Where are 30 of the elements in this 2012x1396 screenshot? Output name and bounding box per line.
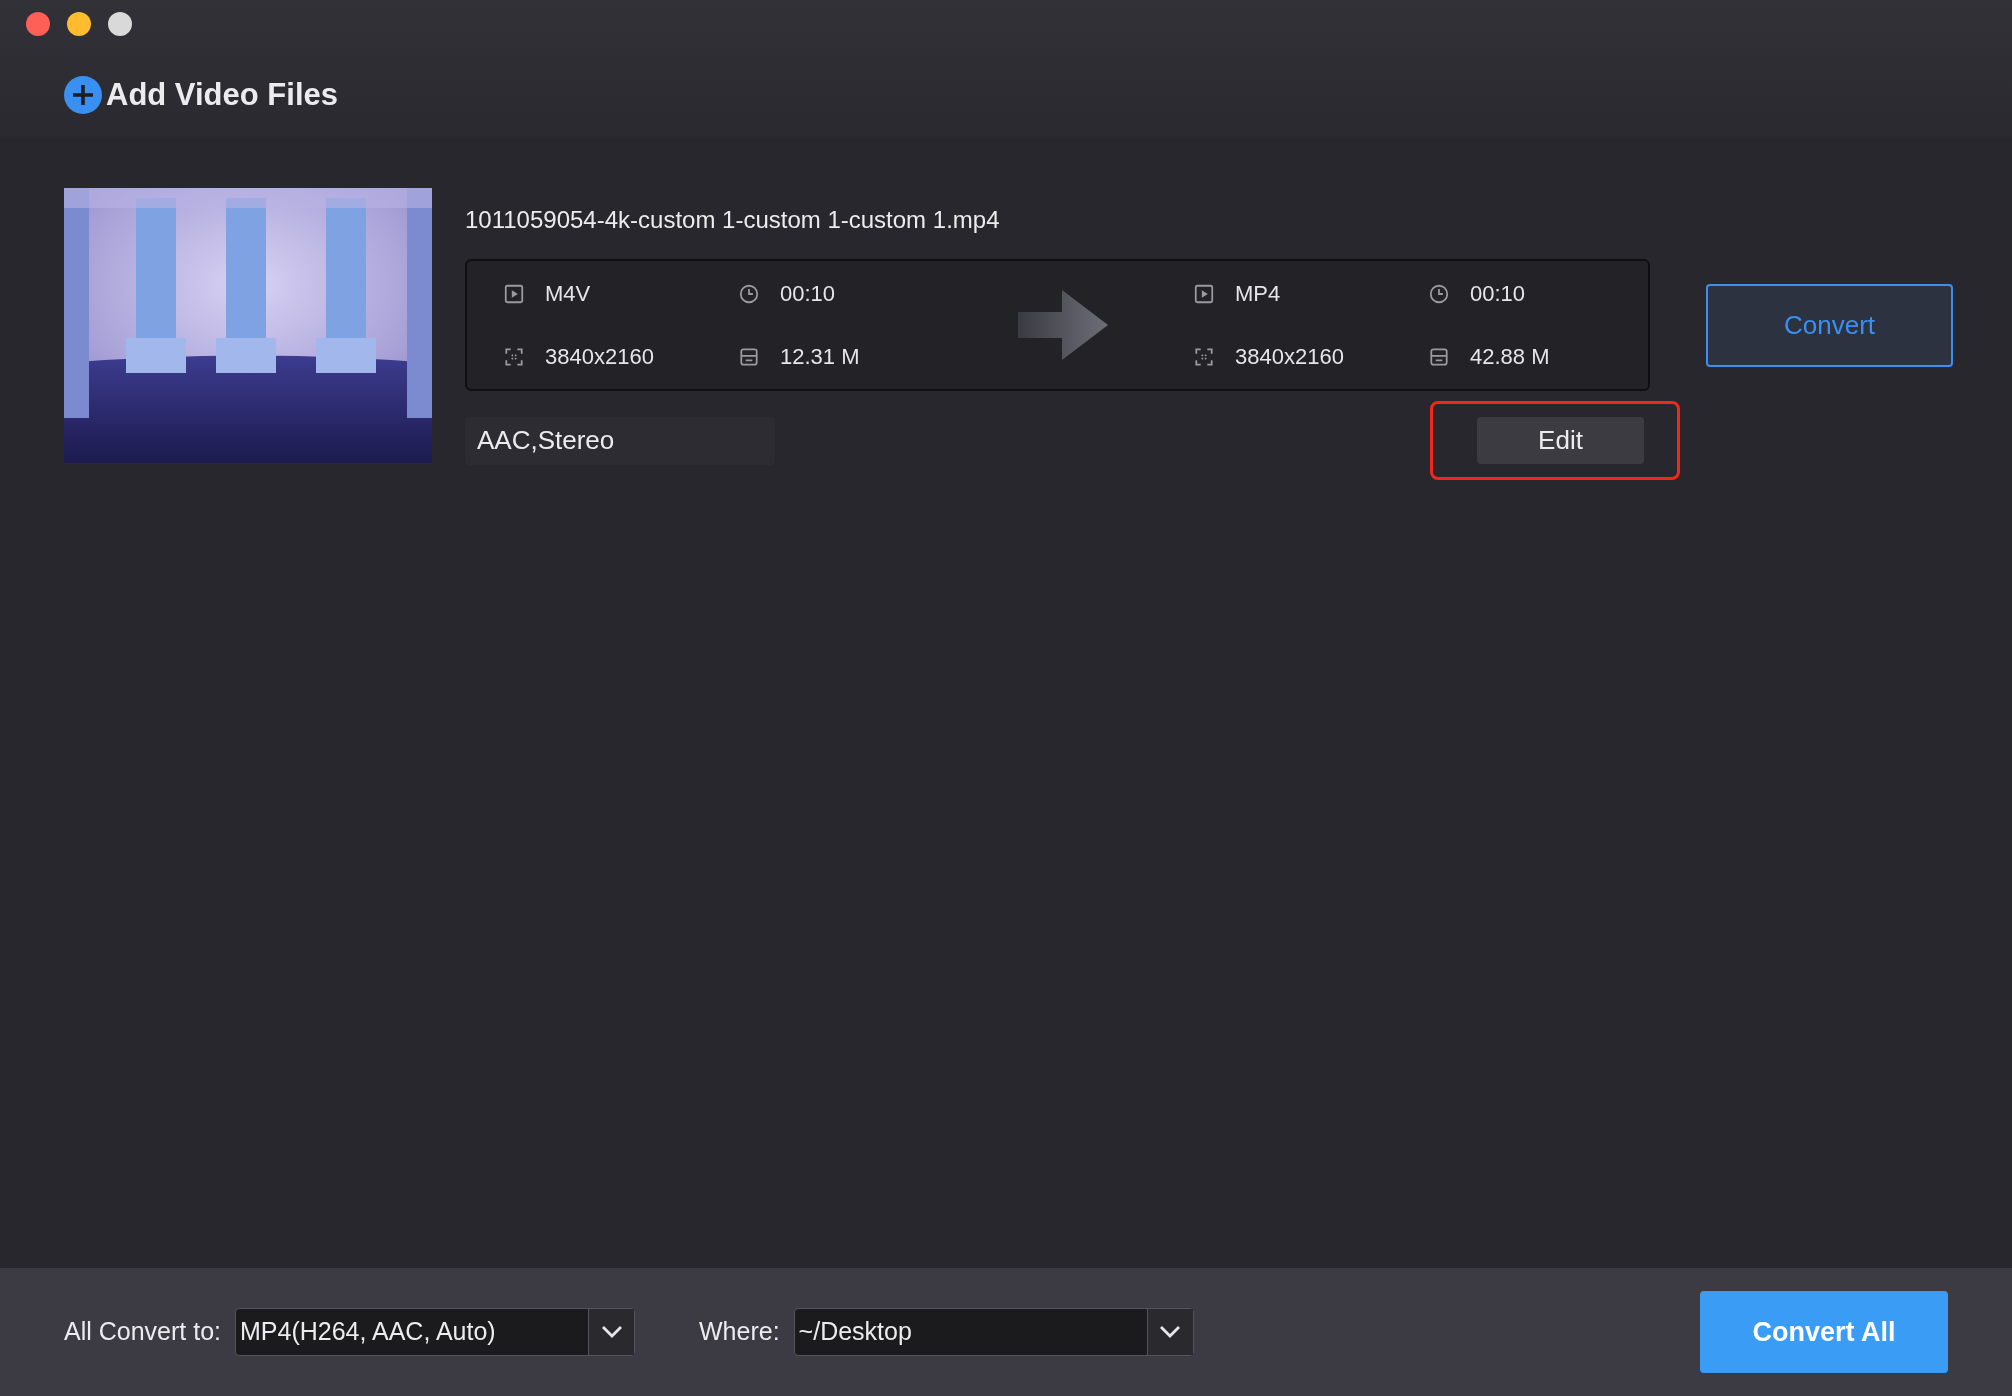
spec-value: 12.31 M [780,343,860,371]
convert-button[interactable]: Convert [1706,284,1953,367]
spec-value: M4V [545,280,591,308]
folder-dropdown[interactable]: ~/Desktop [793,1308,1194,1356]
play-icon [1193,282,1215,305]
clock-icon [1428,282,1450,305]
file-name: 1011059054-4k-custom 1-custom 1-custom 1.mp4 [465,205,1001,235]
spec-value: 00:10 [1470,280,1526,308]
add-video-files-button[interactable]: Add Video Files [64,72,338,119]
window-control[interactable] [26,12,50,36]
clock-icon [738,282,760,305]
spec-value: 3840x2160 [545,343,654,371]
audio-info: AAC,Stereo [465,416,775,465]
spec-value: 3840x2160 [1235,343,1344,371]
convert-to-label: All Convert to: [64,1316,221,1348]
chevron-down-icon [599,1324,624,1340]
where-label: Where: [699,1316,780,1348]
edit-button[interactable]: Edit [1477,417,1644,464]
window-control[interactable] [108,12,132,36]
chevron-down-icon [1158,1324,1183,1340]
window-control[interactable] [67,12,91,36]
plus-icon [64,76,102,115]
play-icon [503,282,525,305]
format-dropdown[interactable]: MP4(H264, AAC, Auto) [235,1308,635,1356]
spec-value: MP4 [1235,280,1281,308]
spec-value: 00:10 [780,280,836,308]
frame-icon [503,345,525,368]
spec-value: 42.88 M [1470,343,1550,371]
arrow-right-icon [1018,290,1108,360]
frame-icon [1193,345,1215,368]
